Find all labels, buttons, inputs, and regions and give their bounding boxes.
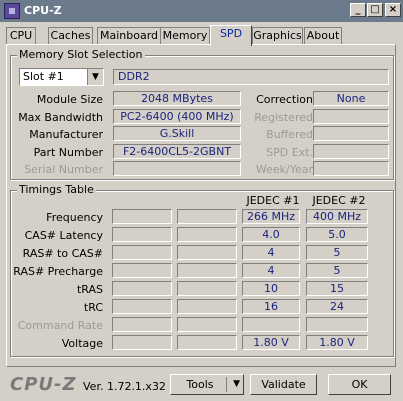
spd-ext-value [313,144,389,159]
tab-graphics[interactable]: Graphics [252,27,303,45]
part-number-value: F2-6400CL5-2GBNT [113,144,241,159]
window-title: CPU-Z [24,4,62,17]
jedec-2-value: 400 MHz [306,209,368,224]
timing-label: RAS# Precharge [13,265,103,278]
timing-label: tRC [83,301,103,314]
jedec-1-value: 266 MHz [242,209,300,224]
row-label: Manufacturer [29,128,103,141]
column-header: JEDEC #1 [246,194,300,207]
cpu-z-app-icon [4,3,20,19]
xmp-cell [177,299,237,314]
xmp-cell [177,227,237,242]
cpu-z-logo: CPU-Z [10,374,77,395]
row-label: Part Number [33,146,103,159]
jedec-2-value: 24 [306,299,368,314]
timing-label: Frequency [46,211,103,224]
tab-caches[interactable]: Caches [48,27,93,45]
timing-label: Command Rate [17,319,103,332]
jedec-1-value: 16 [242,299,300,314]
minimize-button[interactable]: _ [350,3,366,17]
row-right-label: Registered [254,111,313,124]
title-bar[interactable]: CPU-Z _ □ × [0,0,403,22]
row-label: Module Size [36,93,103,106]
module-size-value: 2048 MBytes [113,91,241,106]
jedec-2-value: 15 [306,281,368,296]
jedec-2-value [306,317,368,332]
tab-cpu[interactable]: CPU [6,27,36,45]
timing-label: CAS# Latency [24,229,103,242]
jedec-1-value: 10 [242,281,300,296]
timing-label: tRAS [76,283,103,296]
timing-label: RAS# to CAS# [22,247,103,260]
tab-spd[interactable]: SPD [210,25,252,46]
group-title: Timings Table [17,183,96,196]
jedec-2-value: 5 [306,245,368,260]
jedec-1-value [242,317,300,332]
group-title: Memory Slot Selection [17,48,145,61]
memory-slot-selection-group: Memory Slot Selection Slot #1 ▼ DDR2 Mod… [10,48,394,180]
serial-number-value [113,161,241,176]
row-right-label: Buffered [266,128,313,141]
xmp-cell [177,245,237,260]
correction-value: None [313,91,389,106]
week-year-value [313,161,389,176]
max-bandwidth-value: PC2-6400 (400 MHz) [113,109,241,124]
xmp-cell [112,209,172,224]
xmp-cell [177,335,237,350]
xmp-cell [112,263,172,278]
slot-select[interactable]: Slot #1 ▼ [19,68,104,86]
xmp-cell [112,227,172,242]
row-label: Max Bandwidth [18,111,103,124]
tab-mainboard[interactable]: Mainboard [97,27,161,45]
registered-value [313,109,389,124]
xmp-cell [177,263,237,278]
manufacturer-value: G.Skill [113,126,241,141]
validate-button[interactable]: Validate [250,374,317,395]
tools-button-label: Tools [186,378,214,391]
row-right-label: SPD Ext. [266,146,313,159]
slot-select-value: Slot #1 [23,70,64,83]
ok-button[interactable]: OK [328,374,391,395]
row-right-label: Week/Year [255,163,313,176]
xmp-cell [112,335,172,350]
memory-type-field: DDR2 [113,69,389,85]
tools-button[interactable]: Tools ▼ [170,374,244,395]
tab-about[interactable]: About [304,27,342,45]
xmp-cell [112,245,172,260]
xmp-cell [112,281,172,296]
jedec-1-value: 1.80 V [242,335,300,350]
jedec-1-value: 4.0 [242,227,300,242]
jedec-2-value: 5.0 [306,227,368,242]
xmp-cell [112,299,172,314]
jedec-1-value: 4 [242,245,300,260]
xmp-cell [177,317,237,332]
jedec-2-value: 5 [306,263,368,278]
tab-memory[interactable]: Memory [160,27,210,45]
buffered-value [313,126,389,141]
jedec-1-value: 4 [242,263,300,278]
xmp-cell [177,209,237,224]
chevron-down-icon[interactable]: ▼ [87,69,103,85]
xmp-cell [112,317,172,332]
row-right-label: Correction [256,93,313,106]
version-label: Ver. 1.72.1.x32 [83,380,166,393]
tools-divider [226,377,227,392]
timing-label: Voltage [61,337,103,350]
xmp-cell [177,281,237,296]
jedec-2-value: 1.80 V [306,335,368,350]
column-header: JEDEC #2 [312,194,366,207]
chevron-down-icon[interactable]: ▼ [233,375,240,394]
maximize-button[interactable]: □ [367,3,383,17]
close-button[interactable]: × [385,3,401,17]
row-label: Serial Number [24,163,103,176]
